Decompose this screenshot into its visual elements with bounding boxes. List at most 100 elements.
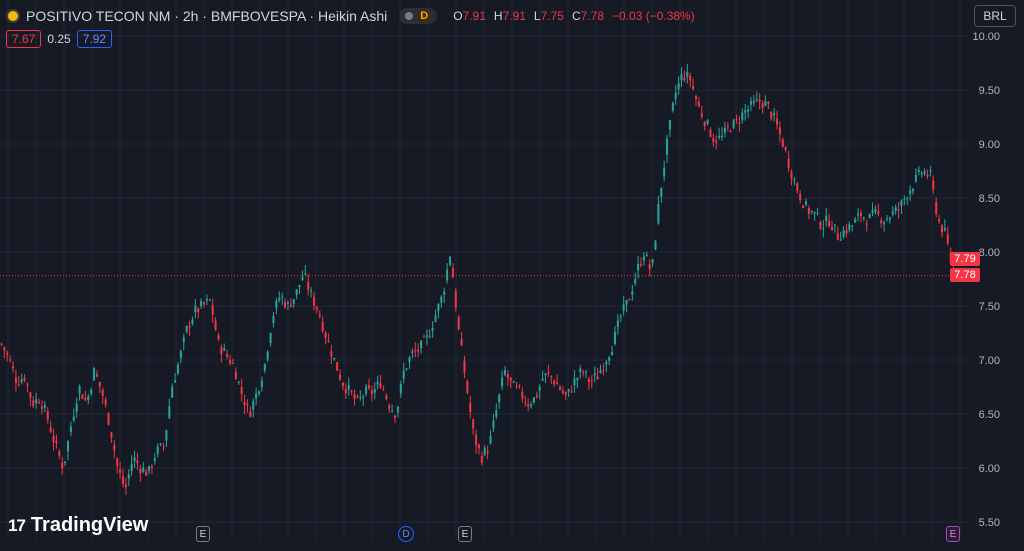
candle — [272, 312, 275, 328]
candle — [58, 448, 61, 460]
candle — [98, 381, 101, 393]
candle — [752, 94, 755, 107]
candle — [764, 95, 767, 107]
candle-body — [729, 131, 732, 133]
earnings-event-marker[interactable]: E — [458, 526, 472, 542]
candle-body — [645, 254, 648, 256]
candle-body — [839, 239, 842, 241]
candle — [347, 377, 350, 396]
candle-body — [657, 203, 660, 224]
ohlc-key: C — [571, 9, 581, 23]
candle-body — [55, 441, 58, 444]
candle-body — [541, 378, 544, 381]
candle-body — [639, 263, 643, 266]
earnings-event-marker[interactable]: E — [946, 526, 960, 542]
earnings-event-marker[interactable]: E — [196, 526, 210, 542]
candle — [234, 367, 237, 380]
candle — [802, 205, 805, 209]
currency-selector[interactable]: BRL — [974, 5, 1016, 27]
candle — [307, 274, 310, 296]
candle — [639, 257, 643, 268]
candle-body — [830, 226, 834, 230]
candle — [885, 214, 889, 222]
candle-body — [272, 316, 275, 324]
candle — [596, 367, 599, 380]
candle-body — [920, 173, 923, 175]
candle — [136, 452, 139, 470]
candle-body — [107, 413, 110, 425]
candle — [417, 343, 420, 358]
candle-body — [58, 451, 61, 457]
candle-body — [266, 351, 269, 360]
candle — [842, 226, 845, 239]
ask-price[interactable]: 7.92 — [76, 30, 113, 48]
candle-body — [813, 211, 816, 214]
candle-body — [553, 380, 556, 385]
market-status-pill[interactable]: D — [399, 8, 438, 24]
candle-body — [90, 389, 93, 394]
ohlc-item: L7.75 — [534, 9, 564, 23]
candle-body — [637, 264, 640, 271]
dividend-badge: D — [417, 10, 432, 22]
candle — [796, 181, 799, 194]
candle-body — [443, 291, 446, 295]
candle-body — [816, 212, 819, 214]
spread-value: 0.25 — [47, 32, 71, 46]
y-tick-label: 9.00 — [979, 139, 1000, 151]
candle — [648, 259, 651, 277]
candle — [871, 202, 874, 217]
bid-price[interactable]: 7.67 — [6, 30, 42, 48]
candle — [535, 391, 538, 399]
candle-body — [498, 394, 501, 403]
candle-body — [706, 119, 709, 124]
candle — [558, 384, 561, 392]
candle — [593, 366, 596, 382]
tradingview-brand[interactable]: 17 TradingView — [8, 514, 148, 537]
candle-body — [243, 401, 246, 406]
candle-body — [318, 314, 321, 317]
candle-body — [382, 388, 385, 390]
candle-body — [394, 415, 397, 418]
candle-body — [776, 118, 779, 125]
candle — [822, 219, 825, 238]
candle — [709, 127, 712, 138]
candle-body — [205, 298, 208, 301]
candle — [176, 361, 179, 376]
candle — [150, 464, 153, 475]
candle-body — [697, 101, 700, 107]
candle-body — [315, 306, 318, 310]
candle — [84, 390, 87, 402]
candle — [477, 443, 480, 455]
brand-label: TradingView — [30, 514, 149, 536]
candle-body — [903, 198, 906, 200]
candle — [330, 344, 333, 365]
candle-body — [0, 343, 3, 345]
candle — [628, 298, 631, 301]
candle — [761, 100, 764, 114]
candle-body — [666, 138, 669, 155]
candle — [694, 94, 698, 107]
dividend-event-marker[interactable]: D — [398, 526, 414, 542]
candle-body — [26, 383, 29, 386]
price-chart[interactable]: 10.00 9.50 9.00 8.50 8.00 7.50 7.00 6.50 6.00 5.5… — [0, 0, 1024, 551]
candle — [101, 387, 104, 404]
candle-body — [191, 319, 194, 325]
candle — [883, 220, 886, 232]
candle — [671, 101, 674, 113]
candle — [194, 298, 197, 319]
candle-body — [234, 371, 237, 380]
symbol-header[interactable]: POSITIVO TECON NM · 2h · BMFBOVESPA · He… — [6, 6, 695, 26]
candle-body — [373, 389, 376, 393]
candle-body — [718, 135, 721, 138]
candle — [292, 299, 295, 308]
candle — [153, 453, 156, 465]
candle-body — [249, 411, 252, 417]
candle-body — [281, 296, 284, 298]
candle-body — [538, 386, 541, 391]
candle-body — [787, 158, 790, 169]
ohlc-key: L — [533, 9, 541, 23]
candle — [310, 287, 313, 298]
candle-body — [110, 432, 113, 438]
candle-body — [764, 101, 767, 107]
symbol-title[interactable]: POSITIVO TECON NM · 2h · BMFBOVESPA · He… — [26, 8, 387, 24]
